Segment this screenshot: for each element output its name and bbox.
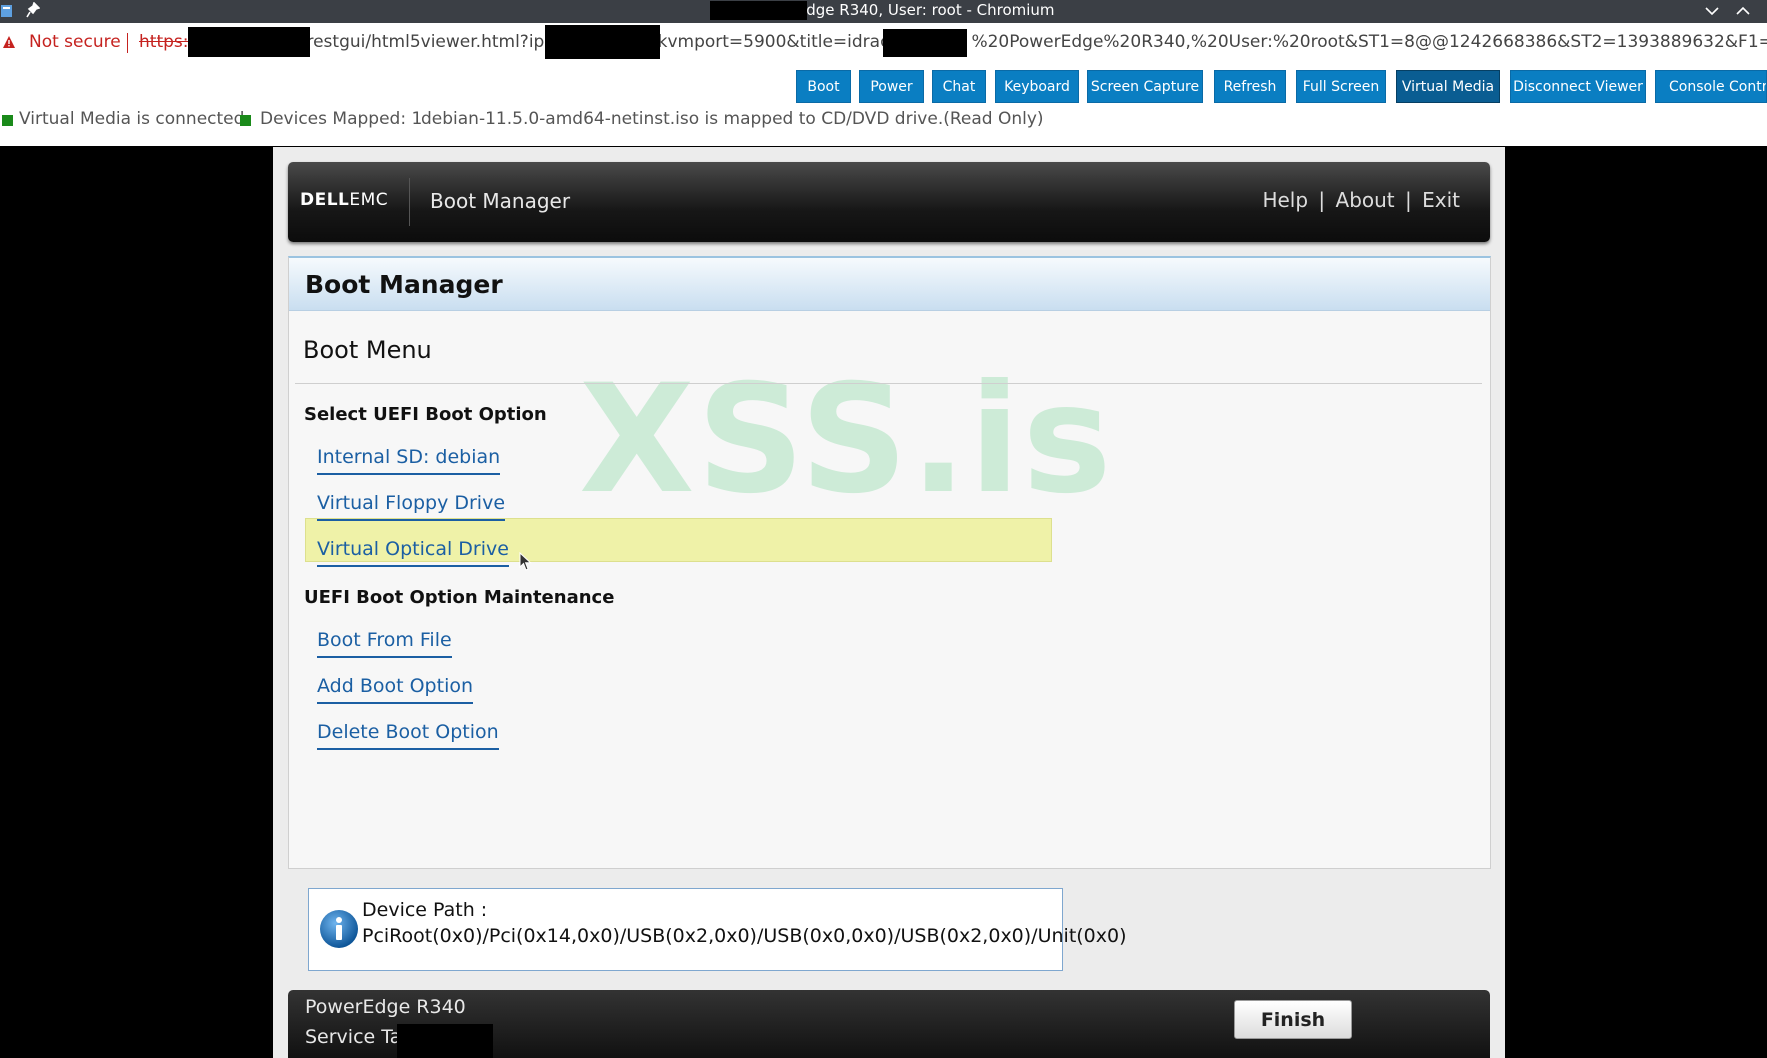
virtual-media-button[interactable]: Virtual Media: [1396, 70, 1500, 103]
device-path-info: Device Path : PciRoot(0x0)/Pci(0x14,0x0)…: [308, 888, 1127, 971]
option-internal-sd[interactable]: Internal SD: debian: [317, 446, 501, 475]
info-icon: [320, 910, 358, 948]
help-link[interactable]: Help: [1262, 188, 1308, 212]
option-virtual-optical[interactable]: Virtual Optical Drive: [317, 538, 509, 567]
warning-icon: [3, 36, 15, 48]
redaction: [188, 27, 310, 57]
connected-indicator: [2, 115, 13, 126]
console-controls-button[interactable]: Console Controls: [1655, 70, 1767, 103]
option-delete-boot[interactable]: Delete Boot Option: [317, 721, 499, 750]
about-link[interactable]: About: [1336, 188, 1395, 212]
vm-connected-text: Virtual Media is connected: [19, 109, 245, 129]
not-secure-label[interactable]: Not secure: [29, 32, 121, 52]
virtual-media-status: Virtual Media is connected Devices Mappe…: [0, 107, 1767, 146]
window-titlebar: idrac- owerEdge R340, User: root - Chrom…: [0, 0, 1767, 23]
option-boot-from-file[interactable]: Boot From File: [317, 629, 452, 658]
watermark-text: XSS.is: [579, 353, 1114, 527]
section-boot-maintenance: UEFI Boot Option Maintenance: [304, 587, 615, 608]
exit-link[interactable]: Exit: [1422, 188, 1460, 212]
redaction: [545, 25, 660, 59]
refresh-button[interactable]: Refresh: [1214, 70, 1286, 103]
boot-menu-title: Boot Menu: [303, 336, 432, 364]
window-title: idrac- owerEdge R340, User: root - Chrom…: [712, 1, 1055, 19]
viewer-toolbar: Boot Power Chat Keyboard Screen Capture …: [0, 63, 1767, 107]
chat-button[interactable]: Chat: [932, 70, 986, 103]
url-scheme: https:: [139, 32, 189, 52]
mapped-indicator: [240, 115, 251, 126]
divider: [409, 178, 410, 226]
page-title: Boot Manager: [305, 270, 503, 299]
option-virtual-floppy[interactable]: Virtual Floppy Drive: [317, 492, 506, 521]
redaction: [883, 29, 967, 57]
link-separator: |: [1318, 188, 1326, 212]
section-uefi-boot-option: Select UEFI Boot Option: [304, 404, 547, 425]
header-links: Help | About | Exit: [1262, 188, 1460, 212]
screen-capture-button[interactable]: Screen Capture: [1087, 70, 1203, 103]
logo-emc: EMC: [349, 190, 389, 210]
dell-emc-logo: DELLEMC: [300, 190, 388, 210]
redaction: [397, 1024, 493, 1058]
device-path-label: Device Path :: [362, 899, 488, 921]
mapping-text: debian-11.5.0-amd64-netinst.iso is mappe…: [421, 109, 1044, 129]
url-part2: &kvmport=5900&title=idrac: [644, 32, 890, 52]
finish-button[interactable]: Finish: [1234, 1000, 1352, 1039]
maximize-chevron-icon[interactable]: [1734, 0, 1752, 22]
divider: [127, 33, 128, 53]
keyboard-button[interactable]: Keyboard: [995, 70, 1079, 103]
divider: [295, 383, 1482, 384]
boot-button[interactable]: Boot: [796, 70, 851, 103]
dell-header: DELLEMC Boot Manager Help | About | Exit: [288, 162, 1490, 242]
mouse-cursor-icon: [519, 552, 532, 571]
disconnect-viewer-button[interactable]: Disconnect Viewer: [1510, 70, 1646, 103]
devices-mapped-text: Devices Mapped: 1: [260, 109, 423, 129]
option-add-boot[interactable]: Add Boot Option: [317, 675, 474, 704]
redaction: [710, 1, 807, 20]
link-separator: |: [1405, 188, 1412, 212]
model-name: PowerEdge R340: [305, 996, 466, 1018]
logo-dell: DELL: [300, 190, 350, 210]
address-bar[interactable]: Not secure https: restgui/html5viewer.htm…: [0, 23, 1767, 64]
boot-manager-panel: Boot Manager XSS.is Boot Menu Select UEF…: [288, 256, 1491, 869]
device-path-value: PciRoot(0x0)/Pci(0x14,0x0)/USB(0x2,0x0)/…: [362, 925, 1127, 947]
full-screen-button[interactable]: Full Screen: [1296, 70, 1386, 103]
kvm-console[interactable]: DELLEMC Boot Manager Help | About | Exit…: [273, 147, 1505, 1058]
power-button[interactable]: Power: [859, 70, 924, 103]
minimize-chevron-icon[interactable]: [1703, 0, 1721, 22]
footer-bar: PowerEdge R340 Service Tag Finish: [288, 990, 1490, 1058]
header-title: Boot Manager: [430, 189, 571, 213]
url-part1: restgui/html5viewer.html?ip: [306, 32, 545, 52]
panel-header: Boot Manager: [289, 258, 1490, 311]
url-part3: %20PowerEdge%20R340,%20User:%20root&ST1=…: [971, 32, 1767, 52]
